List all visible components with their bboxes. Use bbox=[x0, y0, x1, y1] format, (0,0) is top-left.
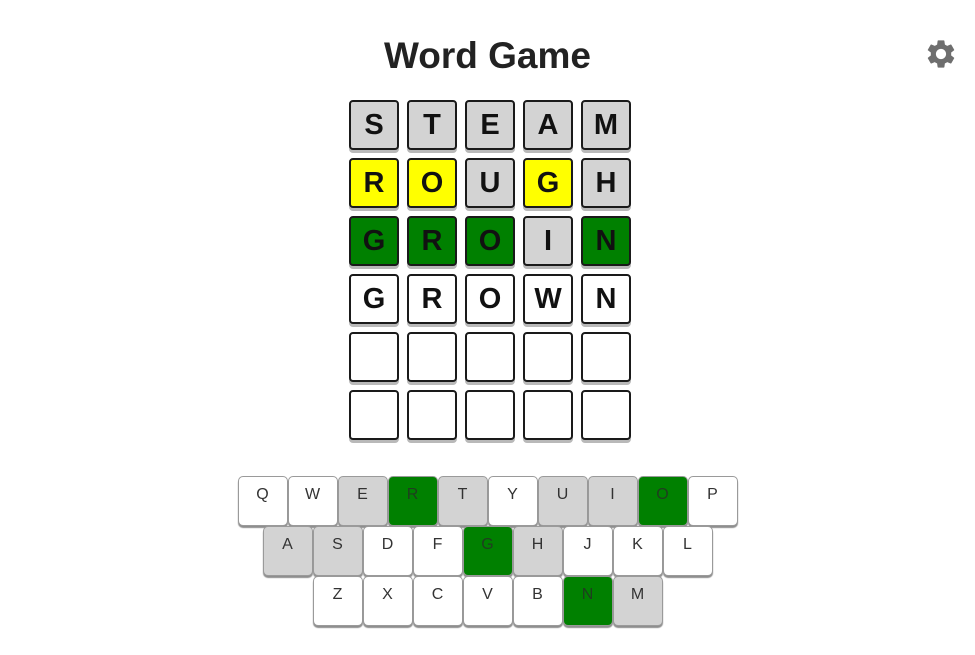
board-tile: T bbox=[407, 100, 457, 150]
key-w[interactable]: W bbox=[287, 476, 338, 526]
keyboard-row: ASDFGHJKL bbox=[0, 526, 975, 576]
key-t[interactable]: T bbox=[437, 476, 488, 526]
board-tile: N bbox=[581, 216, 631, 266]
key-e[interactable]: E bbox=[337, 476, 388, 526]
key-k[interactable]: K bbox=[612, 526, 663, 576]
board-tile bbox=[465, 332, 515, 382]
board-tile bbox=[465, 390, 515, 440]
key-c[interactable]: C bbox=[412, 576, 463, 626]
key-g[interactable]: G bbox=[462, 526, 513, 576]
key-f[interactable]: F bbox=[412, 526, 463, 576]
board-tile: H bbox=[581, 158, 631, 208]
board-tile bbox=[581, 390, 631, 440]
board-tile: M bbox=[581, 100, 631, 150]
board-tile: R bbox=[349, 158, 399, 208]
key-v[interactable]: V bbox=[462, 576, 513, 626]
board-tile bbox=[349, 390, 399, 440]
board-tile: S bbox=[349, 100, 399, 150]
key-q[interactable]: Q bbox=[237, 476, 288, 526]
key-j[interactable]: J bbox=[562, 526, 613, 576]
key-s[interactable]: S bbox=[312, 526, 363, 576]
game-page: Word Game STEAMROUGHGROINGROWN QWERTYUIO… bbox=[0, 0, 975, 655]
key-a[interactable]: A bbox=[262, 526, 313, 576]
key-m[interactable]: M bbox=[612, 576, 663, 626]
key-d[interactable]: D bbox=[362, 526, 413, 576]
key-p[interactable]: P bbox=[687, 476, 738, 526]
board-tile: A bbox=[523, 100, 573, 150]
board-tile: R bbox=[407, 274, 457, 324]
board-tile bbox=[349, 332, 399, 382]
board-tile: O bbox=[465, 216, 515, 266]
key-h[interactable]: H bbox=[512, 526, 563, 576]
board-tile: U bbox=[465, 158, 515, 208]
board-tile: N bbox=[581, 274, 631, 324]
board-tile: O bbox=[407, 158, 457, 208]
key-b[interactable]: B bbox=[512, 576, 563, 626]
key-u[interactable]: U bbox=[537, 476, 588, 526]
board-tile: W bbox=[523, 274, 573, 324]
key-x[interactable]: X bbox=[362, 576, 413, 626]
board-tile: G bbox=[349, 274, 399, 324]
gear-icon bbox=[927, 40, 955, 68]
board-tile: E bbox=[465, 100, 515, 150]
board-tile bbox=[581, 332, 631, 382]
board-tile bbox=[523, 390, 573, 440]
page-title: Word Game bbox=[384, 35, 591, 76]
board-tile: O bbox=[465, 274, 515, 324]
key-i[interactable]: I bbox=[587, 476, 638, 526]
board-tile: I bbox=[523, 216, 573, 266]
key-o[interactable]: O bbox=[637, 476, 688, 526]
key-z[interactable]: Z bbox=[312, 576, 363, 626]
board-tile: R bbox=[407, 216, 457, 266]
key-l[interactable]: L bbox=[662, 526, 713, 576]
keyboard-row: QWERTYUIOP bbox=[0, 476, 975, 526]
board-tile: G bbox=[349, 216, 399, 266]
key-y[interactable]: Y bbox=[487, 476, 538, 526]
settings-button[interactable] bbox=[924, 37, 958, 71]
key-n[interactable]: N bbox=[562, 576, 613, 626]
guess-board: STEAMROUGHGROINGROWN bbox=[349, 100, 631, 440]
board-tile bbox=[407, 390, 457, 440]
board-tile bbox=[407, 332, 457, 382]
keyboard-row: ZXCVBNM bbox=[0, 576, 975, 626]
key-r[interactable]: R bbox=[387, 476, 438, 526]
board-tile: G bbox=[523, 158, 573, 208]
on-screen-keyboard: QWERTYUIOPASDFGHJKLZXCVBNM bbox=[0, 476, 975, 626]
board-tile bbox=[523, 332, 573, 382]
